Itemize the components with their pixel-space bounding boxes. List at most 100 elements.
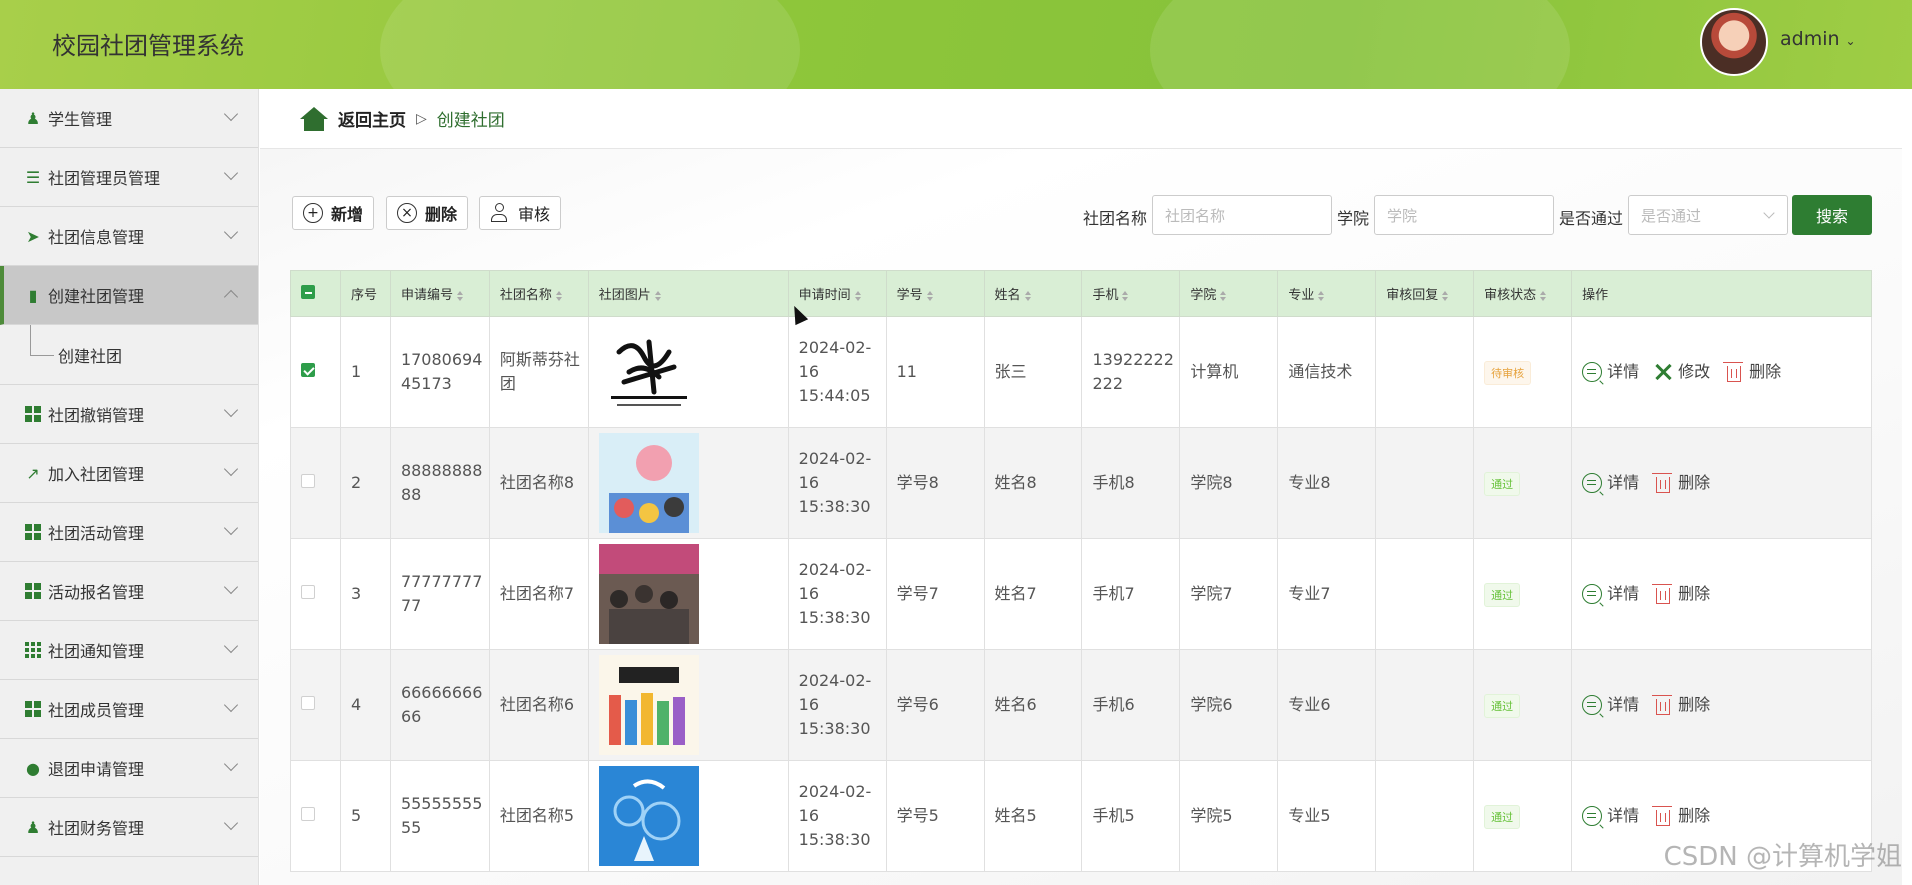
review-button[interactable]: 审核	[479, 196, 562, 230]
club-image-thumbnail[interactable]	[598, 544, 699, 644]
column-header[interactable]: 专业	[1277, 270, 1377, 317]
row-index: 3	[339, 538, 391, 650]
sort-icon[interactable]	[1318, 290, 1325, 301]
sort-icon[interactable]	[926, 290, 934, 301]
club-image-thumbnail[interactable]	[598, 322, 699, 422]
row-checkbox[interactable]	[301, 474, 315, 488]
sidebar-subitem-create-club[interactable]: 创建社团	[0, 325, 258, 385]
pass-select[interactable]: 是否通过	[1628, 195, 1788, 235]
sidebar-item-club-notices[interactable]: 社团通知管理	[0, 621, 258, 680]
review-button-label: 审核	[518, 205, 551, 224]
student-name: 姓名5	[983, 760, 1083, 872]
table-row: 5 5555555555 社团名称5 2024-02-16 15:38:30 学…	[290, 760, 1872, 872]
sort-icon[interactable]	[1220, 290, 1227, 301]
pass-label: 是否通过	[1559, 209, 1624, 228]
row-delete-button[interactable]: 删除	[1652, 582, 1710, 606]
top-header: 校园社团管理系统 admin ⌄	[0, 0, 1912, 89]
home-icon[interactable]	[300, 106, 328, 131]
row-checkbox[interactable]	[301, 585, 315, 599]
sidebar-item-club-revoke[interactable]: 社团撤销管理	[0, 385, 258, 444]
main-content: 返回主页 ▷ 创建社团 + 新增 × 删除 审核 社团名称 社团名称 学院 学院…	[260, 89, 1902, 885]
column-header[interactable]: 审核回复	[1375, 270, 1475, 317]
club-image-thumbnail[interactable]	[598, 655, 699, 755]
sidebar-item-club-info[interactable]: ➤ 社团信息管理	[0, 207, 258, 266]
row-checkbox[interactable]	[301, 807, 315, 821]
sidebar-subitem-label: 创建社团	[58, 346, 123, 366]
detail-button[interactable]: 详情	[1582, 804, 1639, 828]
detail-button[interactable]: 详情	[1582, 360, 1639, 384]
column-header[interactable]: 学号	[885, 270, 985, 317]
detail-icon	[1582, 473, 1603, 493]
column-header[interactable]: 审核状态	[1473, 270, 1573, 317]
detail-button[interactable]: 详情	[1582, 471, 1639, 495]
club-image-thumbnail[interactable]	[598, 433, 699, 533]
column-header[interactable]: 社团名称	[488, 270, 589, 317]
college-input[interactable]: 学院	[1374, 195, 1554, 235]
sort-icon[interactable]	[1024, 290, 1032, 301]
column-header[interactable]: 申请编号	[389, 270, 490, 317]
student-id: 学号5	[885, 760, 985, 872]
search-button[interactable]: 搜索	[1792, 195, 1872, 235]
sort-icon[interactable]	[854, 290, 862, 301]
sidebar-item-students[interactable]: ♟ 学生管理	[0, 89, 258, 148]
chevron-down-icon	[223, 165, 239, 181]
sort-icon[interactable]	[1540, 290, 1547, 301]
column-header[interactable]: 姓名	[983, 270, 1083, 317]
sidebar-item-club-admins[interactable]: ☰ 社团管理员管理	[0, 148, 258, 207]
review-status-cell: 通过	[1473, 649, 1573, 761]
sidebar: ♟ 学生管理 ☰ 社团管理员管理 ➤ 社团信息管理 ▮ 创建社团管理 创建社团 …	[0, 89, 259, 885]
sidebar-item-quit-requests[interactable]: ● 退团申请管理	[0, 739, 258, 798]
sidebar-item-label: 社团财务管理	[48, 819, 145, 838]
sort-icon[interactable]	[654, 290, 662, 301]
row-checkbox[interactable]	[301, 696, 315, 710]
detail-button[interactable]: 详情	[1582, 582, 1639, 606]
clipboard-icon: ▮	[28, 285, 38, 305]
row-select-cell[interactable]	[290, 649, 341, 761]
delete-button[interactable]: × 删除	[386, 196, 469, 230]
table-row: 1 1708069445173 阿斯蒂芬社团 2024-02-16 15:44:…	[290, 316, 1872, 428]
club-name: 社团名称5	[488, 760, 589, 872]
sidebar-item-club-finance[interactable]: ♟ 社团财务管理	[0, 798, 258, 857]
add-button[interactable]: + 新增	[292, 196, 375, 230]
sidebar-item-label: 社团活动管理	[48, 524, 145, 543]
sort-icon[interactable]	[1442, 290, 1449, 301]
row-delete-button[interactable]: 删除	[1723, 360, 1781, 384]
row-select-cell[interactable]	[290, 316, 341, 428]
bulb-icon: ●	[26, 758, 40, 778]
sidebar-item-club-activities[interactable]: 社团活动管理	[0, 503, 258, 562]
review-status-cell: 通过	[1473, 427, 1573, 539]
college: 学院8	[1179, 427, 1279, 539]
sort-icon[interactable]	[456, 290, 464, 301]
select-all-checkbox[interactable]	[301, 284, 315, 299]
row-select-cell[interactable]	[290, 760, 341, 872]
user-menu[interactable]: admin ⌄	[1780, 28, 1856, 50]
row-delete-button[interactable]: 删除	[1652, 471, 1710, 495]
row-checkbox[interactable]	[301, 363, 315, 377]
breadcrumb-home-link[interactable]: 返回主页	[338, 106, 406, 131]
table-row: 4 6666666666 社团名称6 2024-02-16 15:38:30 学…	[290, 649, 1872, 761]
chevron-down-icon	[223, 756, 239, 772]
avatar[interactable]	[1700, 8, 1768, 76]
row-select-cell[interactable]	[290, 538, 341, 650]
sidebar-item-activity-signup[interactable]: 活动报名管理	[0, 562, 258, 621]
select-all-cell[interactable]	[290, 270, 341, 317]
sidebar-item-club-members[interactable]: 社团成员管理	[0, 680, 258, 739]
column-header[interactable]: 手机	[1081, 270, 1181, 317]
sort-icon[interactable]	[1122, 290, 1129, 301]
breadcrumb-current: 创建社团	[436, 111, 505, 131]
breadcrumb-separator-icon: ▷	[416, 110, 427, 127]
row-delete-button[interactable]: 删除	[1652, 804, 1710, 828]
column-header[interactable]: 社团图片	[587, 270, 789, 317]
college: 学院6	[1179, 649, 1279, 761]
sort-icon[interactable]	[555, 290, 563, 301]
row-select-cell[interactable]	[290, 427, 341, 539]
edit-button[interactable]: 修改	[1653, 360, 1710, 384]
detail-button[interactable]: 详情	[1582, 693, 1639, 717]
club-name-input[interactable]: 社团名称	[1152, 195, 1332, 235]
sidebar-item-create-club[interactable]: ▮ 创建社团管理	[0, 266, 258, 325]
club-image-thumbnail[interactable]	[598, 766, 699, 866]
column-header[interactable]: 学院	[1179, 270, 1279, 317]
sidebar-item-join-club[interactable]: ↗ 加入社团管理	[0, 444, 258, 503]
row-delete-button[interactable]: 删除	[1652, 693, 1710, 717]
student-id: 学号8	[885, 427, 985, 539]
